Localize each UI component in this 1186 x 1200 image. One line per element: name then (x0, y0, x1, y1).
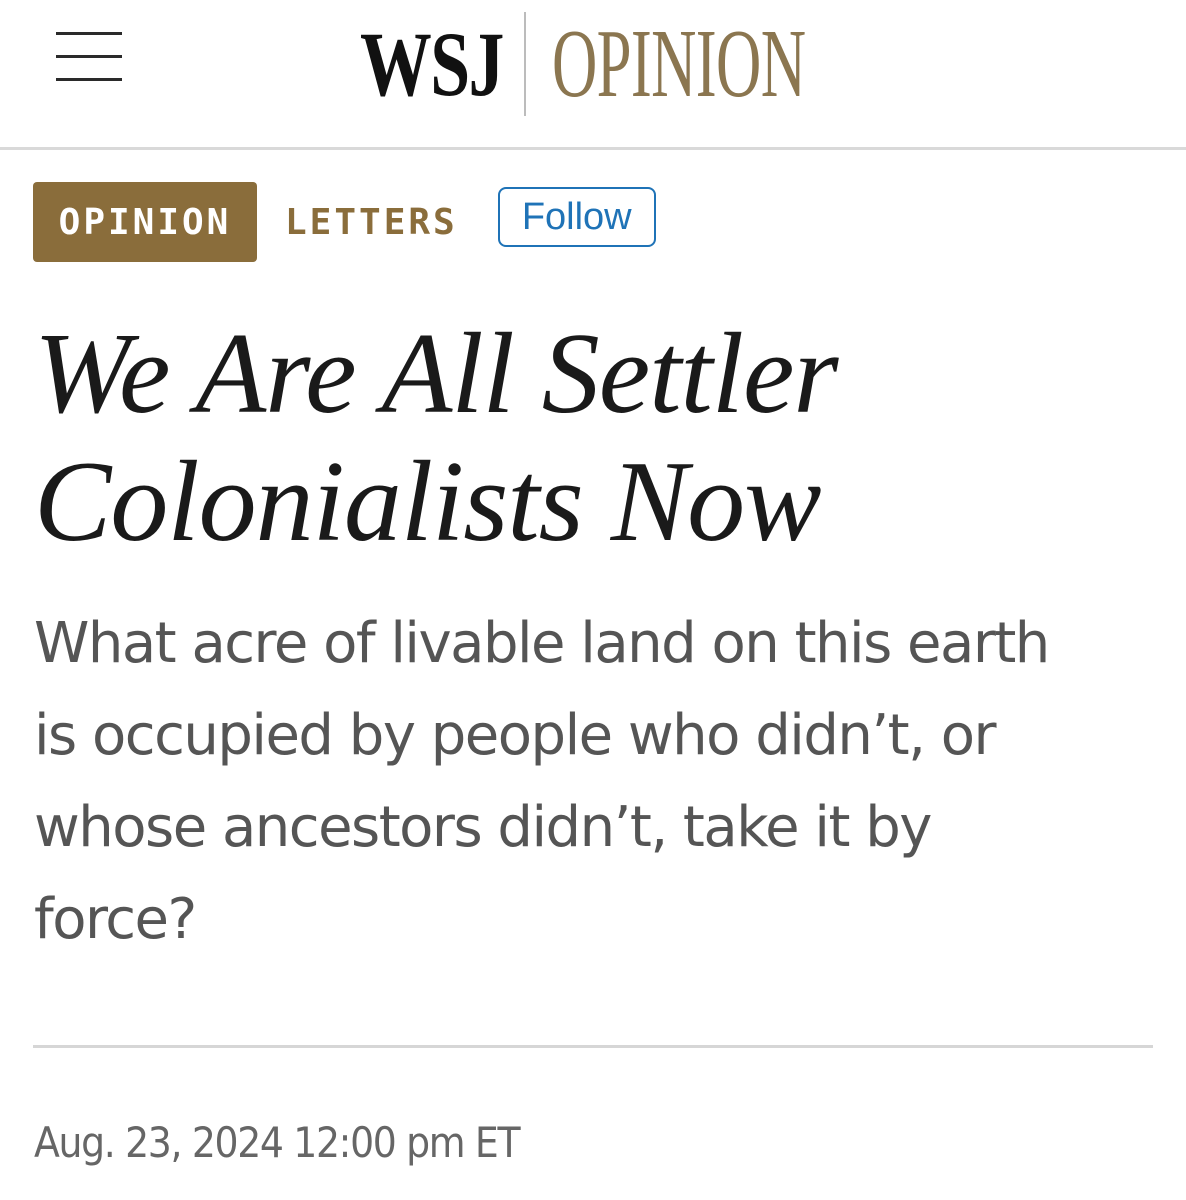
letters-section-link[interactable]: LETTERS (285, 202, 458, 243)
menu-line (56, 55, 122, 58)
logo-divider (524, 12, 526, 116)
article-headline: We Are All Settler Colonialists Now (34, 310, 1154, 566)
article-dek: What acre of livable land on this earth … (34, 598, 1164, 966)
follow-button[interactable]: Follow (497, 187, 656, 247)
menu-line (56, 78, 122, 81)
content-divider (33, 1045, 1153, 1048)
logo-opinion: OPINION (552, 10, 806, 118)
opinion-badge[interactable]: OPINION (33, 182, 257, 262)
dek-line: whose ancestors didn’t, take it by (34, 795, 932, 860)
section-tag-row: OPINION LETTERS Follow (33, 182, 656, 262)
publish-timestamp: Aug. 23, 2024 12:00 pm ET (34, 1118, 521, 1167)
headline-line-1: We Are All Settler (34, 310, 839, 438)
dek-line: is occupied by people who didn’t, or (34, 703, 997, 768)
headline-line-2: Colonialists Now (34, 438, 822, 566)
wsj-opinion-logo[interactable]: WSJ OPINION (360, 10, 852, 118)
hamburger-menu-icon[interactable] (54, 28, 124, 88)
menu-line (56, 32, 122, 35)
dek-line: force? (34, 887, 197, 952)
site-header: WSJ OPINION (0, 0, 1186, 150)
logo-wsj: WSJ (360, 13, 504, 115)
dek-line: What acre of livable land on this earth (34, 611, 1050, 676)
